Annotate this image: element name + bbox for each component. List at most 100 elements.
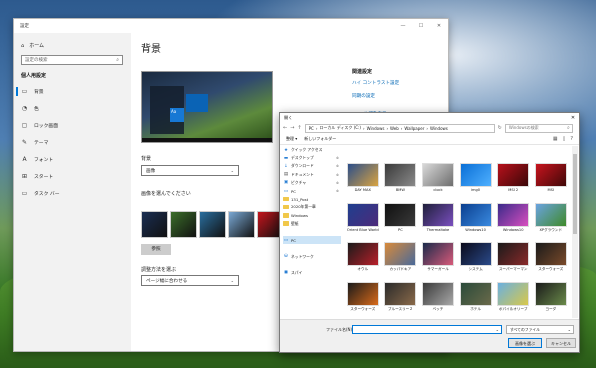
folder-icon: [283, 213, 289, 218]
browse-button[interactable]: 参照: [141, 244, 171, 255]
path-segment[interactable]: Wallpaper: [404, 126, 424, 131]
related-link-contrast[interactable]: ハイ コントラスト設定: [352, 80, 399, 86]
nav-pane-item[interactable]: ⛁ ネットワーク: [283, 252, 341, 260]
path-separator-icon: ›: [362, 125, 365, 131]
choose-picture-button[interactable]: 画像を選ぶ: [508, 338, 542, 348]
file-item[interactable]: ブルースリー２: [382, 277, 420, 317]
file-item[interactable]: Windows10: [457, 198, 495, 238]
nav-pane-label: ネットワーク: [291, 253, 314, 259]
file-thumbnail: [534, 202, 567, 227]
close-icon[interactable]: ✕: [567, 115, 579, 121]
refresh-icon[interactable]: ↻: [498, 125, 502, 131]
file-item[interactable]: clock: [419, 158, 457, 198]
picture-thumbnail[interactable]: [141, 211, 168, 238]
related-title: 関連設定: [352, 69, 373, 75]
nav-pane-item[interactable]: ★ クイック アクセス: [283, 146, 341, 154]
file-item[interactable]: Thermaltake: [419, 198, 457, 238]
file-thumbnail: [534, 163, 567, 187]
path-segment[interactable]: Windows: [430, 126, 448, 131]
file-item[interactable]: ベッチ: [419, 277, 457, 317]
sidebar-item[interactable]: ▢ ロック画面: [14, 117, 131, 134]
file-thumbnail: [459, 163, 492, 187]
file-item[interactable]: サマーガール: [419, 237, 457, 277]
dialog-search-input[interactable]: Windowsの検索 ⌕: [504, 123, 573, 133]
sidebar-home[interactable]: ⌂ ホーム: [14, 33, 131, 50]
chevron-down-icon[interactable]: ⌄: [496, 327, 499, 332]
nav-pane-item[interactable]: ▣ ピクチャ ✲: [283, 179, 341, 187]
pin-icon: ✲: [336, 172, 339, 177]
settings-search-input[interactable]: 設定の検索 ⌕: [21, 55, 123, 65]
close-icon[interactable]: ✕: [430, 19, 448, 33]
file-item[interactable]: img0: [457, 158, 495, 198]
preview-pane-icon[interactable]: ▯: [563, 136, 566, 142]
nav-pane-item[interactable]: 壁紙: [283, 220, 341, 228]
file-item[interactable]: ヨーダ: [532, 277, 570, 317]
sidebar-item[interactable]: ▭ 背景: [14, 83, 131, 100]
nav-pane-item[interactable]: Windows: [283, 212, 341, 220]
file-item[interactable]: XPグラウンド: [532, 198, 570, 238]
sidebar-item[interactable]: ✎ テーマ: [14, 134, 131, 151]
vertical-scrollbar[interactable]: [572, 146, 578, 318]
sidebar-item[interactable]: A フォント: [14, 151, 131, 168]
background-select[interactable]: 画像 ⌄: [141, 165, 239, 176]
view-options-icon[interactable]: ▦: [553, 136, 558, 142]
file-item[interactable]: Windows10: [494, 198, 532, 238]
path-segment[interactable]: ローカル ディスク (C:): [319, 125, 361, 131]
up-arrow-icon[interactable]: ↑: [297, 125, 301, 131]
nav-pane-item[interactable]: ◼ スパイ: [283, 269, 341, 277]
address-bar[interactable]: PC › ローカル ディスク (C:) › Windows › Web › Wallpaper ›…: [304, 123, 495, 133]
nav-pane-item[interactable]: 2020年第一章: [283, 203, 341, 211]
fit-select[interactable]: ページ幅に合わせる ⌄: [141, 275, 239, 286]
new-folder-button[interactable]: 新しいフォルダー: [304, 136, 336, 142]
filetype-select[interactable]: すべてのファイル ⌄: [506, 325, 574, 334]
file-item[interactable]: スターウォーズ: [344, 277, 382, 317]
file-item[interactable]: スーパーマーマン: [494, 237, 532, 277]
file-item[interactable]: システム: [457, 237, 495, 277]
path-segment[interactable]: Windows: [367, 126, 385, 131]
file-item[interactable]: ホテル: [457, 277, 495, 317]
filename-input[interactable]: ⌄: [352, 325, 502, 334]
scrollbar-thumb[interactable]: [573, 154, 577, 234]
nav-pane-item[interactable]: ▭ PC: [283, 236, 341, 245]
maximize-icon[interactable]: ☐: [412, 19, 430, 33]
help-icon[interactable]: ?: [570, 136, 573, 142]
path-segment[interactable]: PC: [309, 126, 314, 131]
file-name: MSI 2: [508, 188, 519, 192]
nav-pane-item[interactable]: ▬ デスクトップ ✲: [283, 154, 341, 162]
sidebar-item[interactable]: ⊞ スタート: [14, 168, 131, 185]
page-title: 背景: [141, 44, 161, 55]
file-thumbnail: [384, 242, 417, 266]
picture-thumbnail[interactable]: [228, 211, 255, 238]
nav-pane-item[interactable]: 131_Post: [283, 195, 341, 203]
file-item[interactable]: Orient Blue World: [344, 198, 382, 238]
file-thumbnail: [497, 242, 530, 266]
file-item[interactable]: MSI: [532, 158, 570, 198]
path-segment[interactable]: Web: [390, 126, 399, 131]
minimize-icon[interactable]: —: [394, 19, 412, 33]
sidebar-item[interactable]: ◔ 色: [14, 100, 131, 117]
folder-shape: [283, 213, 289, 218]
picture-thumbnail[interactable]: [199, 211, 226, 238]
nav-pane-item[interactable]: ▤ ドキュメント ✲: [283, 171, 341, 179]
cancel-button[interactable]: キャンセル: [546, 338, 576, 348]
forward-arrow-icon[interactable]: →: [290, 125, 294, 131]
picture-icon: ▣: [283, 180, 289, 186]
file-item[interactable]: スターウォーズ: [532, 237, 570, 277]
file-name: DAY MAX: [354, 188, 371, 192]
file-item[interactable]: DAY MAX: [344, 158, 382, 198]
file-item[interactable]: MSI 2: [494, 158, 532, 198]
nav-pane-item[interactable]: ▭ PC ✲: [283, 187, 341, 195]
file-item[interactable]: ポパイ＆オリーブ: [494, 277, 532, 317]
nav-pane-item[interactable]: ↓ ダウンロード ✲: [283, 162, 341, 170]
nav-pane-item: [283, 244, 341, 252]
picture-thumbnail[interactable]: [170, 211, 197, 238]
sidebar-item[interactable]: ▭ タスク バー: [14, 185, 131, 202]
organize-menu[interactable]: 整理 ▾: [286, 136, 297, 142]
file-item[interactable]: BMW: [382, 158, 420, 198]
related-link-sync[interactable]: 同期の設定: [352, 93, 399, 99]
file-item[interactable]: カッパドキア: [382, 237, 420, 277]
file-item[interactable]: オウル: [344, 237, 382, 277]
file-item[interactable]: PC: [382, 198, 420, 238]
back-arrow-icon[interactable]: ←: [283, 125, 287, 131]
file-name: スーパーマーマン: [498, 267, 528, 271]
